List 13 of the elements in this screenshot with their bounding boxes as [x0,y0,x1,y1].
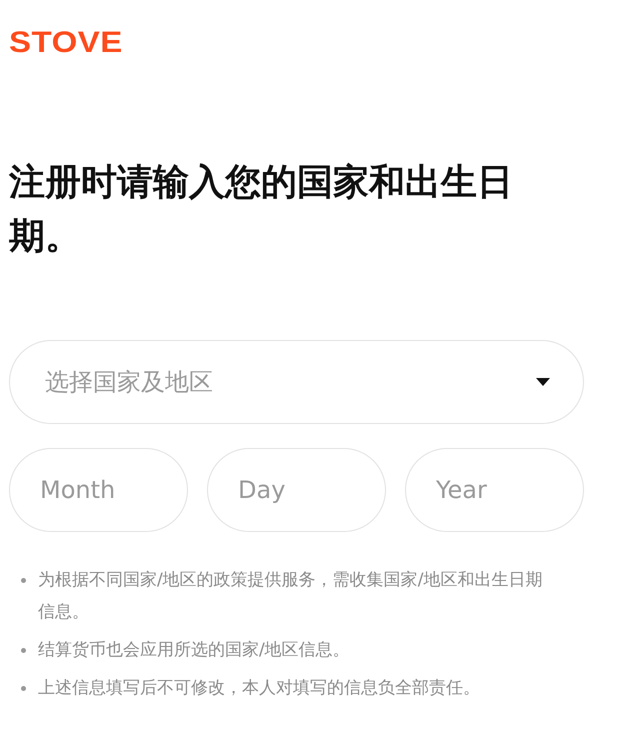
stove-logo: STOVE [9,26,123,58]
country-select[interactable]: 选择国家及地区 [9,340,584,424]
note-text: 为根据不同国家/地区的政策提供服务，需收集国家/地区和出生日期信息。 [38,569,544,624]
bullet-icon [21,578,26,583]
caret-icon [536,378,550,386]
page-heading: 注册时请输入您的国家和出生日期。 [9,161,514,259]
note-text: 上述信息填写后不可修改，本人对填写的信息负全部责任。 [38,677,481,700]
bullet-icon [21,686,26,691]
bullet-icon [21,648,26,653]
note-text: 结算货币也会应用所选的国家/地区信息。 [38,639,351,662]
date-field[interactable]: Year [405,448,584,532]
date-field[interactable]: Day [207,448,386,532]
date-field[interactable]: Month [9,448,188,532]
